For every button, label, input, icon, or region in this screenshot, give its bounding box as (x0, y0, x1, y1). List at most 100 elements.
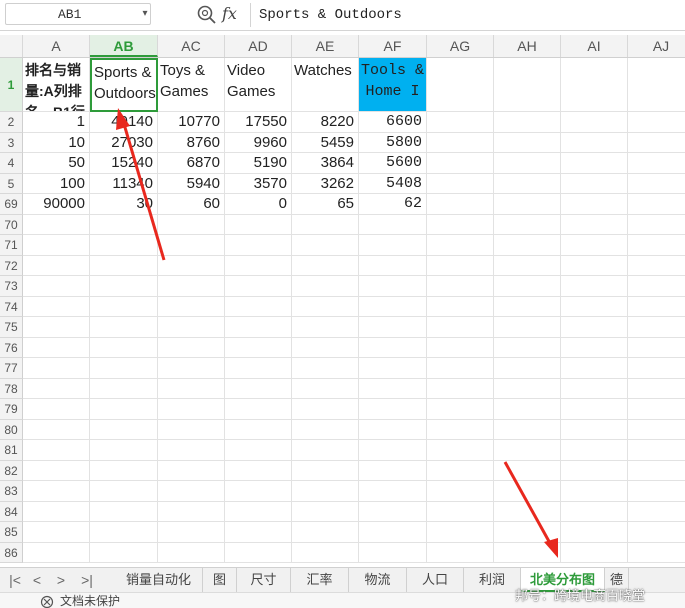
empty-cell[interactable] (90, 214, 158, 235)
empty-cell[interactable] (90, 419, 158, 440)
empty-cell[interactable] (158, 214, 225, 235)
empty-cell[interactable] (628, 481, 685, 502)
row-header-85[interactable]: 85 (0, 522, 23, 543)
empty-cell[interactable] (561, 481, 628, 502)
data-cell[interactable]: 27030 (90, 132, 158, 153)
empty-cell[interactable] (23, 501, 90, 522)
empty-cell[interactable] (628, 501, 685, 522)
data-cell[interactable]: 5459 (292, 132, 359, 153)
first-sheet-icon[interactable]: |< (4, 568, 26, 592)
empty-cell[interactable] (359, 235, 427, 256)
empty-cell[interactable] (292, 358, 359, 379)
empty-cell[interactable] (628, 235, 685, 256)
empty-cell[interactable] (90, 255, 158, 276)
empty-cell[interactable] (494, 214, 561, 235)
data-cell[interactable]: 17550 (225, 112, 292, 133)
data-cell[interactable]: 49140 (90, 112, 158, 133)
empty-cell[interactable] (90, 235, 158, 256)
empty-cell[interactable] (359, 522, 427, 543)
empty-cell[interactable] (90, 399, 158, 420)
empty-cell[interactable] (427, 501, 494, 522)
empty-cell[interactable] (561, 522, 628, 543)
empty-cell[interactable] (494, 112, 561, 133)
empty-cell[interactable] (427, 296, 494, 317)
empty-cell[interactable] (494, 337, 561, 358)
sheet-tab[interactable]: 汇率 (291, 568, 349, 592)
empty-cell[interactable] (561, 440, 628, 461)
empty-cell[interactable] (359, 214, 427, 235)
empty-cell[interactable] (427, 173, 494, 194)
empty-cell[interactable] (628, 276, 685, 297)
empty-cell[interactable] (90, 440, 158, 461)
row-header-73[interactable]: 73 (0, 276, 23, 297)
empty-cell[interactable] (90, 542, 158, 563)
row-header-70[interactable]: 70 (0, 214, 23, 235)
empty-cell[interactable] (561, 419, 628, 440)
header-cell-ag[interactable] (427, 58, 494, 112)
empty-cell[interactable] (158, 296, 225, 317)
data-cell[interactable]: 5800 (359, 132, 427, 153)
data-cell[interactable]: 11340 (90, 173, 158, 194)
empty-cell[interactable] (225, 460, 292, 481)
empty-cell[interactable] (292, 522, 359, 543)
empty-cell[interactable] (292, 378, 359, 399)
row-header-72[interactable]: 72 (0, 255, 23, 276)
empty-cell[interactable] (494, 399, 561, 420)
empty-cell[interactable] (561, 255, 628, 276)
empty-cell[interactable] (427, 112, 494, 133)
empty-cell[interactable] (628, 522, 685, 543)
empty-cell[interactable] (561, 358, 628, 379)
empty-cell[interactable] (494, 153, 561, 174)
empty-cell[interactable] (23, 542, 90, 563)
empty-cell[interactable] (427, 419, 494, 440)
header-cell-aj[interactable] (628, 58, 685, 112)
empty-cell[interactable] (158, 399, 225, 420)
empty-cell[interactable] (427, 214, 494, 235)
empty-cell[interactable] (158, 337, 225, 358)
header-cell-a[interactable]: 排名与销量:A列排名，B1行 (23, 58, 90, 112)
empty-cell[interactable] (359, 317, 427, 338)
empty-cell[interactable] (628, 112, 685, 133)
empty-cell[interactable] (158, 542, 225, 563)
empty-cell[interactable] (561, 235, 628, 256)
empty-cell[interactable] (494, 296, 561, 317)
empty-cell[interactable] (628, 440, 685, 461)
empty-cell[interactable] (158, 317, 225, 338)
empty-cell[interactable] (225, 296, 292, 317)
empty-cell[interactable] (225, 542, 292, 563)
row-header-79[interactable]: 79 (0, 399, 23, 420)
empty-cell[interactable] (225, 501, 292, 522)
empty-cell[interactable] (90, 317, 158, 338)
data-cell[interactable]: 6600 (359, 112, 427, 133)
empty-cell[interactable] (359, 419, 427, 440)
header-cell-ah[interactable] (494, 58, 561, 112)
empty-cell[interactable] (23, 317, 90, 338)
empty-cell[interactable] (23, 235, 90, 256)
fx-icon[interactable]: fx (222, 3, 244, 25)
data-cell[interactable]: 65 (292, 194, 359, 215)
row-header-5[interactable]: 5 (0, 173, 23, 194)
data-cell[interactable]: 90000 (23, 194, 90, 215)
empty-cell[interactable] (225, 378, 292, 399)
empty-cell[interactable] (23, 337, 90, 358)
data-cell[interactable]: 5940 (158, 173, 225, 194)
empty-cell[interactable] (494, 132, 561, 153)
data-cell[interactable]: 60 (158, 194, 225, 215)
empty-cell[interactable] (23, 481, 90, 502)
empty-cell[interactable] (292, 501, 359, 522)
empty-cell[interactable] (494, 317, 561, 338)
header-cell-ac[interactable]: Toys & Games (158, 58, 225, 112)
empty-cell[interactable] (158, 235, 225, 256)
empty-cell[interactable] (561, 132, 628, 153)
row-header-77[interactable]: 77 (0, 358, 23, 379)
empty-cell[interactable] (427, 440, 494, 461)
empty-cell[interactable] (628, 194, 685, 215)
empty-cell[interactable] (561, 296, 628, 317)
empty-cell[interactable] (427, 378, 494, 399)
empty-cell[interactable] (158, 255, 225, 276)
empty-cell[interactable] (494, 460, 561, 481)
empty-cell[interactable] (628, 132, 685, 153)
empty-cell[interactable] (158, 358, 225, 379)
empty-cell[interactable] (292, 317, 359, 338)
empty-cell[interactable] (359, 460, 427, 481)
